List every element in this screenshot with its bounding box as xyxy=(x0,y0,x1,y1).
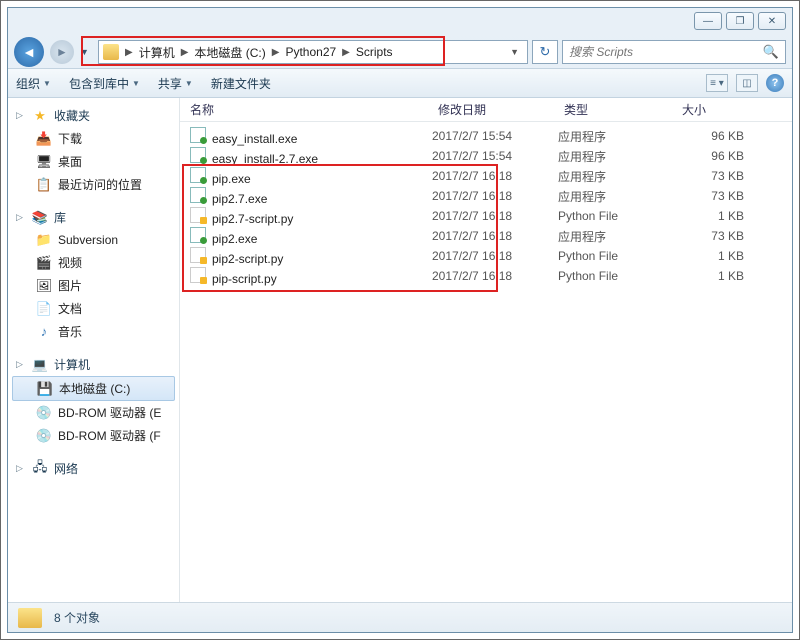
sidebar-libraries[interactable]: ▷📚库 xyxy=(8,206,179,229)
folder-icon xyxy=(103,44,119,60)
file-row[interactable]: pip2.7-script.py2017/2/7 16:18Python Fil… xyxy=(180,206,792,226)
breadcrumb-sep[interactable]: ▶ xyxy=(121,47,137,58)
exe-icon xyxy=(190,167,206,183)
file-row[interactable]: pip.exe2017/2/7 16:18应用程序73 KB xyxy=(180,166,792,186)
library-icon: 📚 xyxy=(32,210,48,226)
sidebar-item-subversion[interactable]: 📁Subversion xyxy=(8,229,179,251)
forward-button[interactable]: ► xyxy=(50,40,74,64)
sidebar-item-music[interactable]: ♪音乐 xyxy=(8,320,179,343)
organize-menu[interactable]: 组织▼ xyxy=(16,75,51,92)
maximize-button[interactable]: ❐ xyxy=(726,12,754,30)
star-icon: ★ xyxy=(32,108,48,124)
file-row[interactable]: pip2.7.exe2017/2/7 16:18应用程序73 KB xyxy=(180,186,792,206)
column-date[interactable]: 修改日期 xyxy=(438,101,564,118)
python-icon xyxy=(190,247,206,263)
sidebar-item-downloads[interactable]: 📥下载 xyxy=(8,127,179,150)
network-icon: 🖧 xyxy=(32,461,48,477)
view-options[interactable]: ≡ ▾ xyxy=(706,74,728,92)
back-button[interactable]: ◄ xyxy=(14,37,44,67)
preview-pane[interactable]: ◫ xyxy=(736,74,758,92)
python-icon xyxy=(190,267,206,283)
file-row[interactable]: pip-script.py2017/2/7 16:18Python File1 … xyxy=(180,266,792,286)
desktop-icon: 🖥 xyxy=(36,154,52,170)
column-type[interactable]: 类型 xyxy=(564,101,682,118)
sidebar-item-recent[interactable]: 📋最近访问的位置 xyxy=(8,173,179,196)
close-button[interactable]: ✕ xyxy=(758,12,786,30)
history-dropdown[interactable]: ▼ xyxy=(80,47,92,57)
sidebar: ▷★收藏夹 📥下载 🖥桌面 📋最近访问的位置 ▷📚库 📁Subversion 🎬… xyxy=(8,98,180,602)
share-menu[interactable]: 共享▼ xyxy=(158,75,193,92)
sidebar-item-documents[interactable]: 📄文档 xyxy=(8,297,179,320)
svn-icon: 📁 xyxy=(36,232,52,248)
newfolder-button[interactable]: 新建文件夹 xyxy=(211,75,271,92)
drive-icon: 💾 xyxy=(37,381,53,397)
file-row[interactable]: easy_install.exe2017/2/7 15:54应用程序96 KB xyxy=(180,126,792,146)
video-icon: 🎬 xyxy=(36,255,52,271)
disc-icon: 💿 xyxy=(36,428,52,444)
disc-icon: 💿 xyxy=(36,405,52,421)
address-dropdown[interactable]: ▼ xyxy=(506,47,523,57)
search-box[interactable]: 🔍 xyxy=(562,40,786,64)
navbar: ◄ ► ▼ ▶ 计算机 ▶ 本地磁盘 (C:) ▶ Python27 ▶ Scr… xyxy=(8,36,792,68)
minimize-button[interactable]: — xyxy=(694,12,722,30)
file-list: easy_install.exe2017/2/7 15:54应用程序96 KBe… xyxy=(180,122,792,286)
toolbar: 组织▼ 包含到库中▼ 共享▼ 新建文件夹 ≡ ▾ ◫ ? xyxy=(8,68,792,98)
file-row[interactable]: pip2.exe2017/2/7 16:18应用程序73 KB xyxy=(180,226,792,246)
sidebar-item-pictures[interactable]: 🖼图片 xyxy=(8,274,179,297)
sidebar-favorites[interactable]: ▷★收藏夹 xyxy=(8,104,179,127)
folder-icon xyxy=(18,608,42,628)
breadcrumb-drive[interactable]: 本地磁盘 (C:) xyxy=(192,44,267,61)
pictures-icon: 🖼 xyxy=(36,278,52,294)
computer-icon: 💻 xyxy=(32,357,48,373)
exe-icon xyxy=(190,227,206,243)
search-input[interactable] xyxy=(569,45,763,59)
sidebar-item-bdrom-f[interactable]: 💿BD-ROM 驱动器 (F xyxy=(8,424,179,447)
recent-icon: 📋 xyxy=(36,177,52,193)
sidebar-item-desktop[interactable]: 🖥桌面 xyxy=(8,150,179,173)
titlebar: — ❐ ✕ xyxy=(8,8,792,36)
address-bar[interactable]: ▶ 计算机 ▶ 本地磁盘 (C:) ▶ Python27 ▶ Scripts ▼ xyxy=(98,40,528,64)
column-size[interactable]: 大小 xyxy=(682,101,762,118)
file-row[interactable]: pip2-script.py2017/2/7 16:18Python File1… xyxy=(180,246,792,266)
breadcrumb-scripts[interactable]: Scripts xyxy=(354,45,395,59)
exe-icon xyxy=(190,127,206,143)
sidebar-item-videos[interactable]: 🎬视频 xyxy=(8,251,179,274)
breadcrumb-sep[interactable]: ▶ xyxy=(177,47,193,58)
breadcrumb-sep[interactable]: ▶ xyxy=(338,47,354,58)
breadcrumb-sep[interactable]: ▶ xyxy=(268,47,284,58)
status-count: 8 个对象 xyxy=(54,609,100,626)
refresh-button[interactable]: ↻ xyxy=(532,40,558,64)
documents-icon: 📄 xyxy=(36,301,52,317)
include-menu[interactable]: 包含到库中▼ xyxy=(69,75,140,92)
exe-icon xyxy=(190,147,206,163)
download-icon: 📥 xyxy=(36,131,52,147)
search-icon[interactable]: 🔍 xyxy=(763,44,779,60)
sidebar-item-drive-c[interactable]: 💾本地磁盘 (C:) xyxy=(12,376,175,401)
exe-icon xyxy=(190,187,206,203)
sidebar-network[interactable]: ▷🖧网络 xyxy=(8,457,179,480)
file-pane: 名称 修改日期 类型 大小 easy_install.exe2017/2/7 1… xyxy=(180,98,792,602)
python-icon xyxy=(190,207,206,223)
help-button[interactable]: ? xyxy=(766,74,784,92)
column-name[interactable]: 名称 xyxy=(190,101,438,118)
file-row[interactable]: easy_install-2.7.exe2017/2/7 15:54应用程序96… xyxy=(180,146,792,166)
sidebar-computer[interactable]: ▷💻计算机 xyxy=(8,353,179,376)
column-headers: 名称 修改日期 类型 大小 xyxy=(180,98,792,122)
breadcrumb-computer[interactable]: 计算机 xyxy=(137,44,177,61)
breadcrumb-python27[interactable]: Python27 xyxy=(283,45,338,59)
music-icon: ♪ xyxy=(36,324,52,340)
statusbar: 8 个对象 xyxy=(8,602,792,632)
sidebar-item-bdrom-e[interactable]: 💿BD-ROM 驱动器 (E xyxy=(8,401,179,424)
